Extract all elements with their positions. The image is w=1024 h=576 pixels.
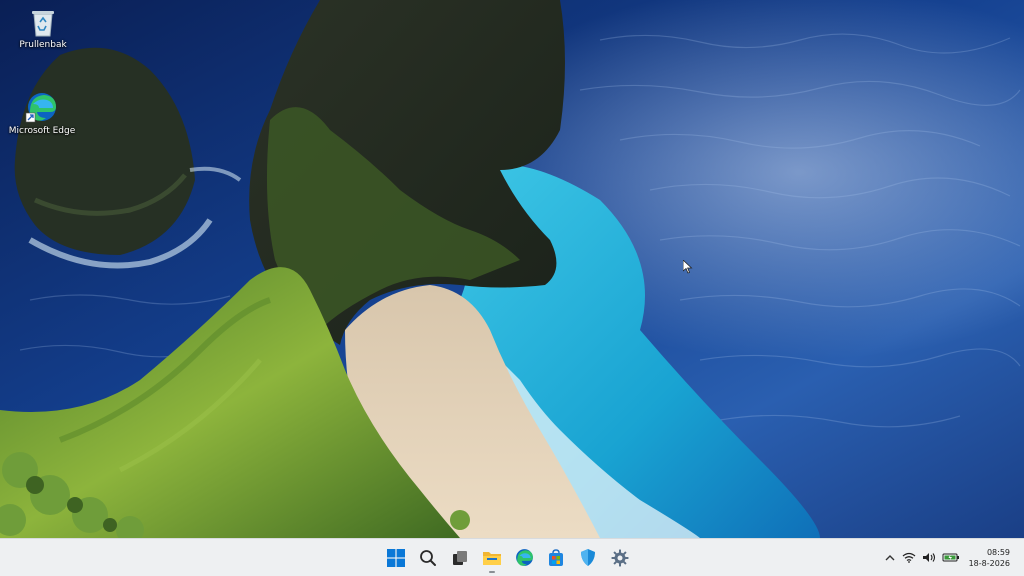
search-button[interactable] bbox=[412, 542, 444, 574]
shield-icon bbox=[581, 549, 595, 566]
clock-date: 18-8-2026 bbox=[968, 558, 1010, 568]
quick-settings-button[interactable] bbox=[901, 543, 961, 573]
store-taskbar-button[interactable] bbox=[540, 542, 572, 574]
desktop[interactable]: Prullenbak Microsoft Edge bbox=[0, 0, 1024, 538]
task-view-icon bbox=[453, 550, 467, 565]
settings-taskbar-button[interactable] bbox=[604, 542, 636, 574]
battery-icon bbox=[942, 553, 959, 562]
start-button[interactable] bbox=[380, 542, 412, 574]
taskbar-apps bbox=[380, 539, 636, 576]
taskbar: 08:59 18-8-2026 bbox=[0, 538, 1024, 576]
desktop-icon-label: Prullenbak bbox=[19, 40, 67, 50]
clock-time: 08:59 bbox=[986, 547, 1010, 557]
system-tray: 08:59 18-8-2026 bbox=[879, 539, 1024, 576]
edge-icon bbox=[515, 549, 533, 566]
edge-icon bbox=[25, 93, 56, 123]
show-hidden-icons-button[interactable] bbox=[879, 543, 901, 573]
recycle-bin-icon bbox=[32, 11, 54, 37]
folder-icon bbox=[483, 551, 501, 565]
security-taskbar-button[interactable] bbox=[572, 542, 604, 574]
desktop-icon-recycle-bin[interactable]: Prullenbak bbox=[8, 6, 78, 50]
running-indicator bbox=[489, 570, 495, 573]
clock[interactable]: 08:59 18-8-2026 bbox=[961, 547, 1024, 569]
search-icon bbox=[420, 549, 436, 566]
wifi-icon bbox=[902, 552, 916, 563]
task-view-button[interactable] bbox=[444, 542, 476, 574]
file-explorer-button[interactable] bbox=[476, 542, 508, 574]
mouse-cursor-icon bbox=[683, 260, 693, 274]
store-icon bbox=[549, 548, 563, 566]
desktop-wallpaper bbox=[0, 0, 1024, 538]
chevron-up-icon bbox=[885, 554, 895, 560]
volume-icon bbox=[922, 553, 935, 562]
gear-icon bbox=[611, 549, 629, 566]
desktop-icon-microsoft-edge[interactable]: Microsoft Edge bbox=[7, 90, 77, 136]
desktop-icon-label: Microsoft Edge bbox=[8, 126, 76, 136]
windows-start-icon bbox=[387, 548, 405, 567]
edge-taskbar-button[interactable] bbox=[508, 542, 540, 574]
